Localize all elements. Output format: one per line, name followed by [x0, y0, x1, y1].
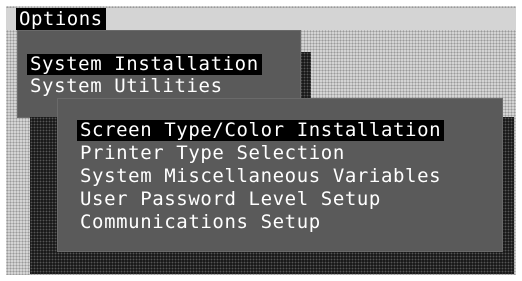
menu-item-printer-type[interactable]: Printer Type Selection — [77, 143, 348, 164]
menu-item-system-installation[interactable]: System Installation — [27, 54, 262, 75]
options-menu[interactable]: Options — [16, 8, 106, 30]
menu-item-screen-type[interactable]: Screen Type/Color Installation — [77, 120, 445, 141]
menu-item-misc-variables[interactable]: System Miscellaneous Variables — [77, 166, 444, 187]
menu-bar: Options — [6, 8, 516, 30]
menu-item-communications[interactable]: Communications Setup — [77, 212, 324, 233]
installation-submenu-panel: Screen Type/Color Installation Printer T… — [57, 98, 503, 252]
menu-item-system-utilities[interactable]: System Utilities — [27, 76, 226, 97]
menu-item-password-setup[interactable]: User Password Level Setup — [77, 189, 384, 210]
